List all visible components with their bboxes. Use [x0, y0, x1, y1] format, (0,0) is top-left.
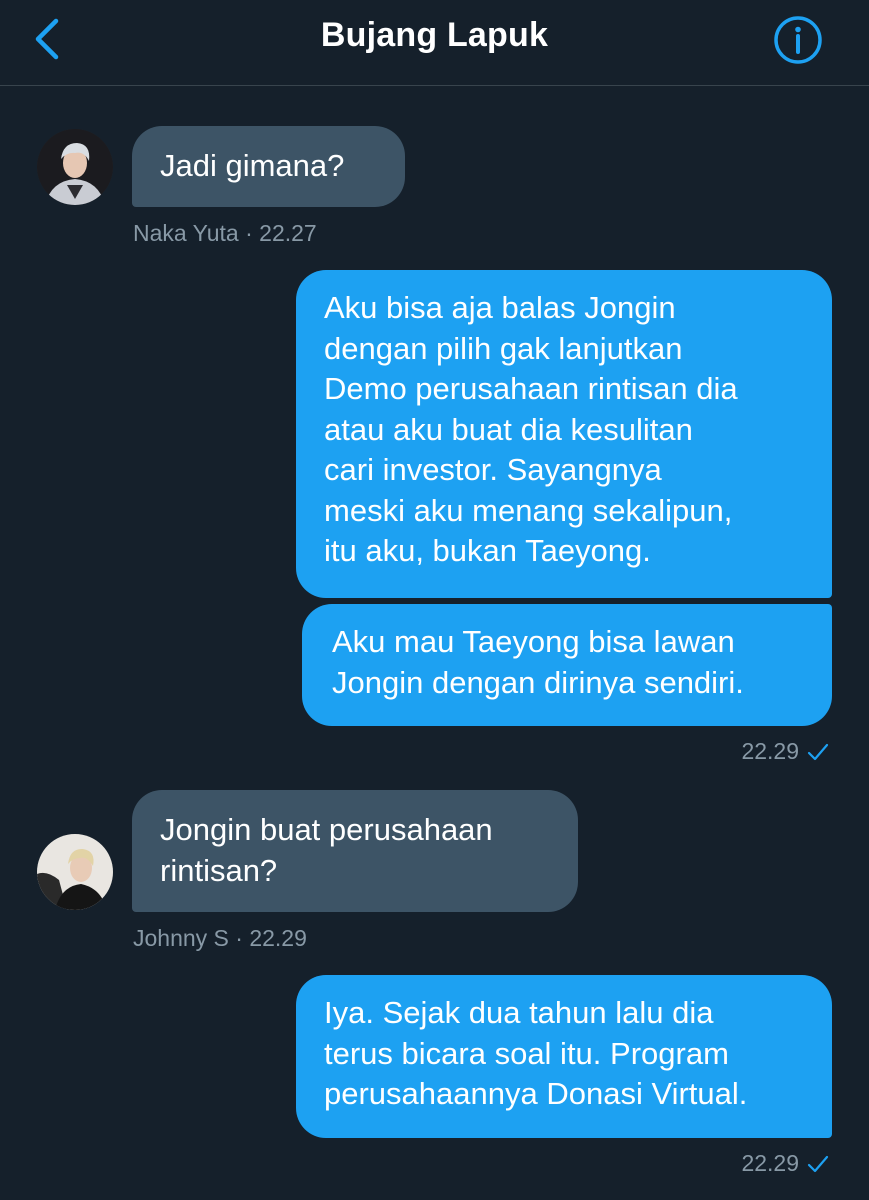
message-meta: Johnny S · 22.29: [133, 925, 307, 951]
message-meta: Naka Yuta · 22.27: [133, 220, 317, 246]
page-title: Bujang Lapuk: [320, 16, 549, 54]
message-bubble-incoming[interactable]: Jadi gimana?: [132, 126, 405, 207]
message-meta: 22.29: [741, 1150, 829, 1177]
message-bubble-outgoing[interactable]: Aku bisa aja balas Jongin dengan pilih g…: [296, 270, 832, 598]
message-time: 22.29: [741, 738, 799, 764]
message-time: 22.29: [741, 1150, 799, 1176]
message-meta: 22.29: [741, 738, 829, 765]
message-bubble-incoming[interactable]: Jongin buat perusahaan rintisan?: [132, 790, 578, 912]
info-button[interactable]: [772, 14, 824, 66]
conversation-header: Bujang Lapuk: [0, 0, 869, 86]
checkmark-icon: [807, 1155, 829, 1172]
message-bubble-outgoing[interactable]: Iya. Sejak dua tahun lalu dia terus bica…: [296, 975, 832, 1138]
info-icon: [774, 16, 822, 64]
message-bubble-outgoing[interactable]: Aku mau Taeyong bisa lawan Jongin dengan…: [302, 604, 832, 726]
avatar[interactable]: [37, 834, 113, 910]
checkmark-icon: [807, 743, 829, 760]
avatar[interactable]: [37, 129, 113, 205]
